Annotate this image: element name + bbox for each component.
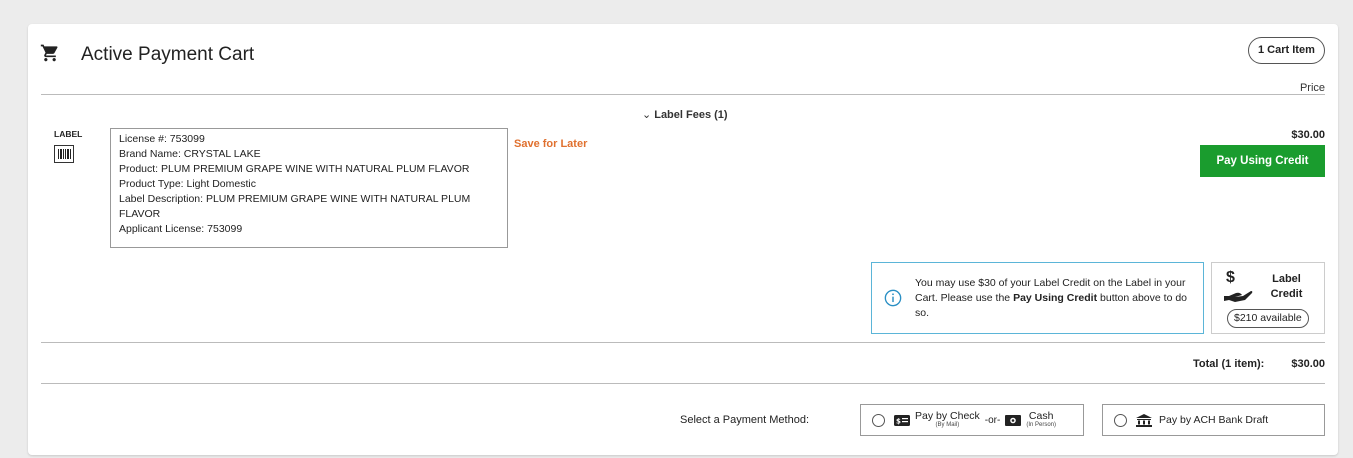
check-cash-radio[interactable] xyxy=(872,413,885,427)
cash-label: Cash (In Person) xyxy=(1026,410,1057,429)
svg-text:$: $ xyxy=(896,417,901,425)
shopping-cart-icon xyxy=(40,44,58,62)
total-value: $30.00 xyxy=(1291,358,1325,370)
detail-brand-name: Brand Name: CRYSTAL LAKE xyxy=(119,148,261,160)
bank-icon xyxy=(1136,413,1152,427)
ach-radio[interactable] xyxy=(1114,413,1127,427)
chevron-down-icon: ⌄ xyxy=(642,109,652,121)
header-divider xyxy=(41,94,1325,95)
or-separator: -or- xyxy=(984,414,1001,426)
item-price: $30.00 xyxy=(1291,129,1325,141)
detail-product-type: Product Type: Light Domestic xyxy=(119,178,256,190)
label-fees-toggle[interactable]: ⌄ Label Fees (1) xyxy=(642,108,728,121)
payment-method-label: Select a Payment Method: xyxy=(680,414,810,426)
barcode-icon xyxy=(54,145,74,163)
cart-item-count-badge[interactable]: 1 Cart Item xyxy=(1248,37,1325,64)
label-credit-panel: $ Label Credit $210 available xyxy=(1211,262,1325,334)
pay-by-check-or-cash-option[interactable]: $ Pay by Check (By Mail) -or- Cash (In Per… xyxy=(860,404,1084,436)
hand-holding-icon xyxy=(1224,291,1253,302)
dollar-icon: $ xyxy=(1226,269,1235,286)
save-for-later-link[interactable]: Save for Later xyxy=(514,138,587,150)
pay-by-ach-option[interactable]: Pay by ACH Bank Draft xyxy=(1102,404,1325,436)
item-type-tag: LABEL xyxy=(54,129,83,139)
check-money-icon: $ xyxy=(894,414,910,426)
credit-info-text: You may use $30 of your Label Credit on … xyxy=(915,276,1187,319)
info-icon xyxy=(884,289,902,307)
credit-info-notice: You may use $30 of your Label Credit on … xyxy=(871,262,1204,334)
pay-using-credit-button[interactable]: Pay Using Credit xyxy=(1200,145,1325,177)
label-credit-title: Label Credit xyxy=(1270,273,1303,300)
detail-product: Product: PLUM PREMIUM GRAPE WINE WITH NA… xyxy=(119,163,470,175)
pay-by-check-label: Pay by Check (By Mail) xyxy=(915,410,980,429)
page-title: Active Payment Cart xyxy=(81,44,255,65)
total-label: Total (1 item): xyxy=(1193,358,1265,370)
ach-label: Pay by ACH Bank Draft xyxy=(1159,414,1269,426)
label-fees-toggle-label: Label Fees (1) xyxy=(654,109,728,121)
label-item-details: License #: 753099 Brand Name: CRYSTAL LA… xyxy=(110,128,508,248)
detail-label-description: Label Description: PLUM PREMIUM GRAPE WI… xyxy=(119,193,471,220)
detail-applicant-license: Applicant License: 753099 xyxy=(119,223,243,235)
totals-divider xyxy=(41,342,1325,343)
payment-divider xyxy=(41,383,1325,384)
detail-license: License #: 753099 xyxy=(119,133,205,145)
credit-available-badge: $210 available xyxy=(1227,309,1309,328)
price-column-header: Price xyxy=(1299,82,1325,94)
cash-icon xyxy=(1005,414,1022,426)
payment-cart-card: Active Payment Cart 1 Cart Item Price ⌄ L… xyxy=(28,24,1338,455)
